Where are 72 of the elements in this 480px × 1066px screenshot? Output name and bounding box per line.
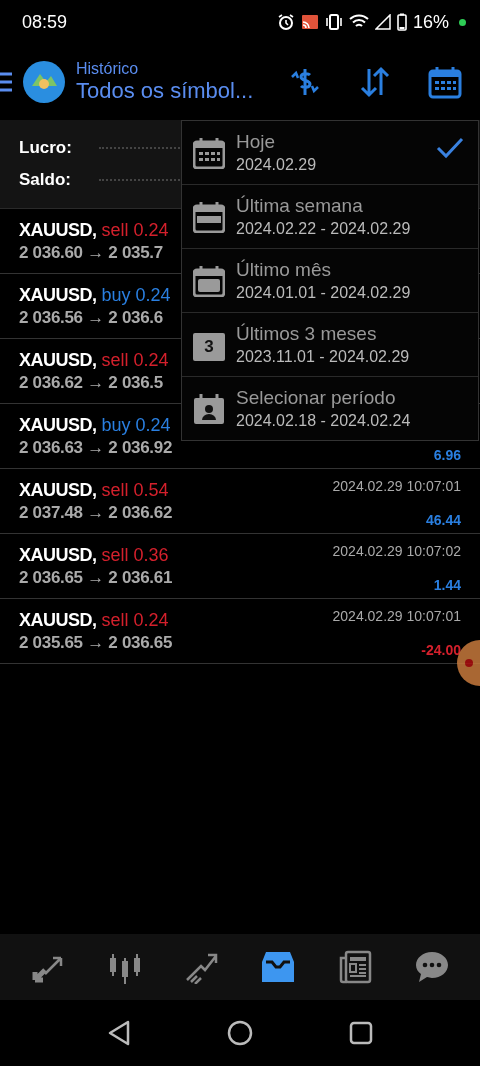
signal-icon	[374, 14, 391, 30]
status-dot	[459, 18, 466, 26]
price-range: 2 036.62 → 2 036.5	[19, 372, 164, 393]
period-title: Hoje	[236, 131, 277, 153]
period-option[interactable]: Selecionar período 2024.02.18 - 2024.02.24	[182, 377, 478, 440]
vibrate-icon	[324, 14, 343, 30]
summary-label: Saldo:	[19, 170, 72, 190]
battery-level: 16%	[412, 11, 449, 33]
calendar-icon[interactable]	[428, 65, 462, 99]
price-range: 2 036.56 → 2 036.6	[19, 307, 164, 328]
back-icon[interactable]	[107, 1020, 131, 1046]
trade-profit: -24.00	[421, 642, 461, 658]
period-range: 2024.02.29	[236, 156, 317, 174]
calendar-week-icon	[193, 200, 225, 233]
period-title: Última semana	[236, 195, 364, 217]
period-title: Selecionar período	[236, 387, 397, 409]
trade-side: buy 0.24	[101, 414, 171, 436]
trade-time: 2024.02.29 10:07:01	[332, 608, 461, 624]
symbol-name: XAUUSD,	[19, 479, 97, 501]
newspaper-icon[interactable]	[337, 950, 372, 984]
battery-icon	[396, 13, 407, 31]
cast-icon	[300, 14, 319, 30]
home-icon[interactable]	[227, 1020, 253, 1046]
calendar-number-icon: 3	[193, 332, 225, 361]
trade-side: sell 0.24	[101, 219, 169, 241]
trade-side: sell 0.54	[101, 479, 169, 501]
trade-profit: 1.44	[433, 577, 461, 593]
sort-icon[interactable]	[358, 65, 392, 99]
symbol-name: XAUUSD,	[19, 414, 97, 436]
symbol-name: XAUUSD,	[19, 219, 97, 241]
price-range: 2 035.65 → 2 036.65	[19, 632, 173, 653]
calendar-month-icon	[193, 264, 225, 297]
clock: 08:59	[22, 11, 68, 33]
symbol-name: XAUUSD,	[19, 284, 97, 306]
period-title: Últimos 3 meses	[236, 323, 378, 345]
period-option[interactable]: 3 Últimos 3 meses 2023.11.01 - 2024.02.29	[182, 313, 478, 377]
price-range: 2 036.60 → 2 035.7	[19, 242, 164, 263]
symbol-name: XAUUSD,	[19, 609, 97, 631]
trade-side: buy 0.24	[101, 284, 171, 306]
trade-side: sell 0.24	[101, 349, 169, 371]
period-range: 2024.02.22 - 2024.02.29	[236, 220, 411, 238]
price-range: 2 036.65 → 2 036.61	[19, 567, 173, 588]
calendar-icon	[193, 136, 225, 169]
period-option[interactable]: Último mês 2024.01.01 - 2024.02.29	[182, 249, 478, 313]
trade-row[interactable]: XAUUSD, sell 0.54 2 037.48 → 2 036.62 2024.02.29 10:07:01 46.44	[0, 469, 480, 534]
symbol-name: XAUUSD,	[19, 544, 97, 566]
price-range: 2 036.63 → 2 036.92	[19, 437, 173, 458]
trade-side: sell 0.36	[101, 544, 169, 566]
inbox-icon[interactable]	[261, 950, 296, 984]
recents-icon[interactable]	[349, 1021, 373, 1045]
period-range: 2023.11.01 - 2024.02.29	[236, 348, 410, 366]
trade-time: 2024.02.29 10:07:02	[332, 543, 461, 559]
symbol-selector[interactable]: Todos os símbol...	[76, 78, 278, 104]
period-title: Último mês	[236, 259, 332, 281]
trade-profit: 46.44	[425, 512, 461, 528]
alarm-icon	[276, 13, 295, 31]
screen-title: Histórico	[76, 60, 140, 78]
trade-side: sell 0.24	[101, 609, 169, 631]
price-range: 2 037.48 → 2 036.62	[19, 502, 173, 523]
period-option[interactable]: Hoje 2024.02.29	[182, 121, 478, 185]
period-range: 2024.02.18 - 2024.02.24	[236, 412, 411, 430]
trade-row[interactable]: XAUUSD, sell 0.36 2 036.65 → 2 036.61 2024.02.29 10:07:02 1.44	[0, 534, 480, 599]
chat-bubble-icon[interactable]	[414, 950, 449, 984]
period-range: 2024.01.01 - 2024.02.29	[236, 284, 411, 302]
trade-profit: 6.96	[433, 447, 461, 463]
period-option[interactable]: Última semana 2024.02.22 - 2024.02.29	[182, 185, 478, 249]
menu-icon[interactable]	[0, 71, 12, 93]
summary-label: Lucro:	[19, 138, 73, 158]
symbol-name: XAUUSD,	[19, 349, 97, 371]
app-logo-icon	[22, 60, 66, 104]
trade-time: 2024.02.29 10:07:01	[332, 478, 461, 494]
calendar-person-icon	[193, 392, 225, 425]
